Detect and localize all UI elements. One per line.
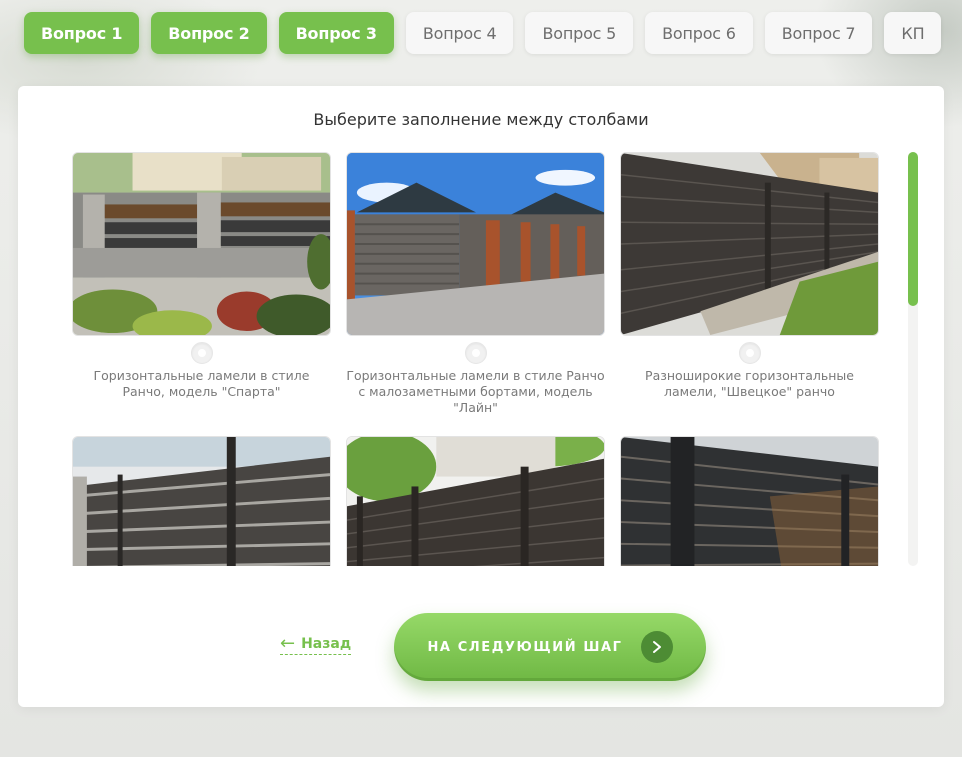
tab-kp[interactable]: КП [884,12,942,54]
fence-option-4-image [73,437,330,566]
option-photo [620,152,879,336]
scrollbar-thumb[interactable] [908,152,918,306]
option-label: Разноширокие горизонтальные ламели, "Шве… [645,368,854,399]
option-label: Горизонтальные ламели в стиле Ранчо с ма… [346,368,605,415]
quiz-card: Выберите заполнение между столбами Гориз… [18,86,944,707]
tab-question-5[interactable]: Вопрос 5 [525,12,634,54]
question-tabs: Вопрос 1 Вопрос 2 Вопрос 3 Вопрос 4 Вопр… [24,12,942,54]
fence-option-5-image [347,437,604,566]
option-radio[interactable] [190,342,213,364]
option-photo [72,152,331,336]
option-photo [346,436,605,566]
option-card-line[interactable]: Горизонтальные ламели в стиле Ранчо с ма… [346,152,605,416]
fence-swedish-ranch-image [621,153,878,335]
fence-line-image [347,153,604,335]
option-card-sparta[interactable]: Горизонтальные ламели в стиле Ранчо, мод… [72,152,331,416]
option-photo [72,436,331,566]
options-scrollbar[interactable] [908,152,918,566]
tab-question-6[interactable]: Вопрос 6 [645,12,753,54]
tab-question-3[interactable]: Вопрос 3 [278,12,394,54]
tab-question-7[interactable]: Вопрос 7 [764,12,873,54]
fence-option-6-image [621,437,878,566]
option-card-6[interactable] [620,436,879,566]
chevron-right-icon [640,631,673,663]
option-photo [346,152,605,336]
question-title: Выберите заполнение между столбами [313,110,649,129]
options-grid: Горизонтальные ламели в стиле Ранчо, мод… [72,152,880,566]
option-card-swedish-ranch[interactable]: Разноширокие горизонтальные ламели, "Шве… [620,152,879,416]
fence-sparta-image [73,153,330,335]
option-label: Горизонтальные ламели в стиле Ранчо, мод… [93,368,310,399]
tab-question-2[interactable]: Вопрос 2 [151,12,267,54]
tab-question-4[interactable]: Вопрос 4 [405,12,514,54]
next-step-label: НА СЛЕДУЮЩИЙ ШАГ [427,639,623,655]
options-scroll-area[interactable]: Горизонтальные ламели в стиле Ранчо, мод… [72,152,880,566]
arrow-left-icon: ← [280,633,296,654]
option-radio[interactable] [738,342,761,364]
next-step-button[interactable]: НА СЛЕДУЮЩИЙ ШАГ [394,613,706,681]
option-photo [620,436,879,566]
tab-question-1[interactable]: Вопрос 1 [24,12,140,54]
option-card-5[interactable] [346,436,605,566]
option-radio[interactable] [464,342,487,364]
back-link[interactable]: ← Назад [280,633,352,655]
option-card-4[interactable] [72,436,331,566]
back-label: Назад [301,636,352,652]
